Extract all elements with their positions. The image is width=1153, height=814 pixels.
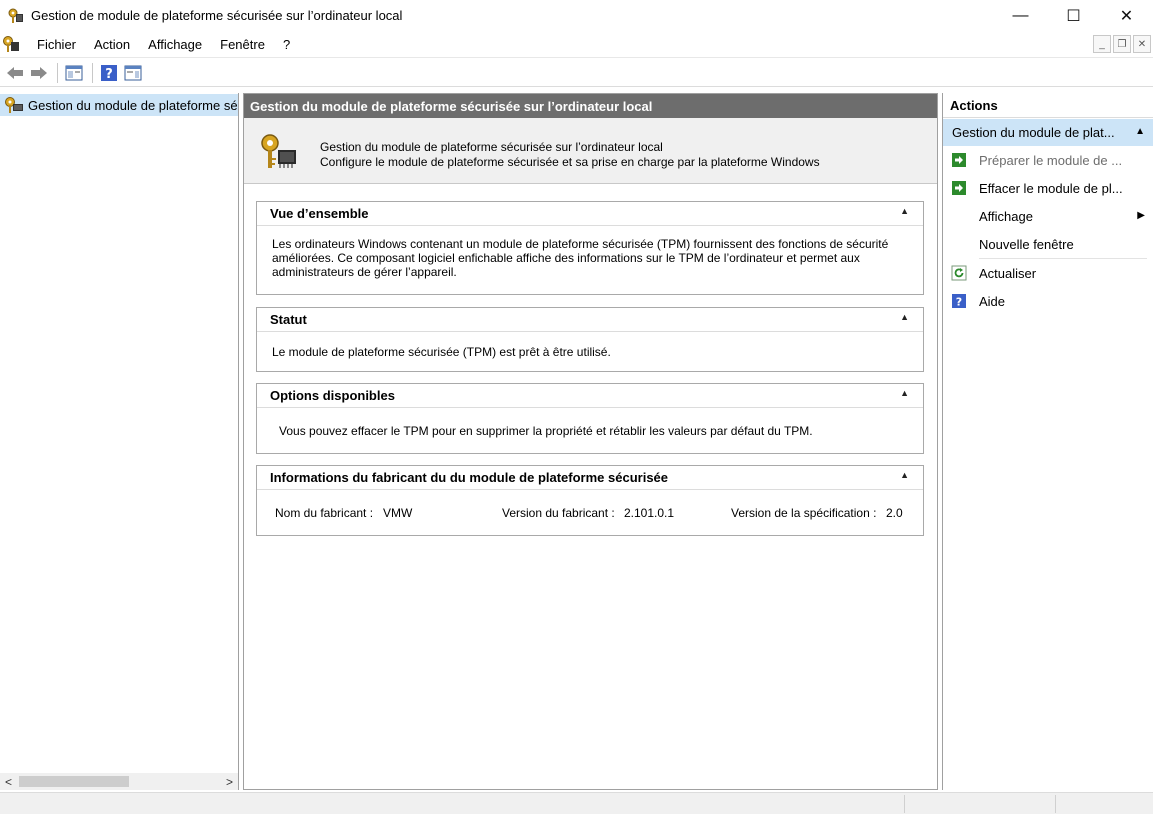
manufacturer-name-label: Nom du fabricant :: [275, 506, 374, 520]
close-button[interactable]: ✕: [1100, 0, 1153, 31]
scroll-thumb[interactable]: [19, 776, 129, 787]
actions-group-tpm[interactable]: Gestion du module de plat... ▲: [943, 119, 1153, 146]
intro-banner: Gestion du module de plateforme sécurisé…: [244, 118, 937, 184]
svg-text:?: ?: [105, 67, 113, 82]
action-label: Nouvelle fenêtre: [979, 236, 1074, 252]
manufacturer-name-value: VMW: [383, 506, 413, 520]
overview-section-header[interactable]: Vue d’ensemble ▲: [257, 202, 923, 226]
minimize-button[interactable]: —: [994, 0, 1047, 31]
tree-item-tpm[interactable]: Gestion du module de plateforme sécurisé…: [0, 94, 238, 116]
status-title: Statut: [270, 312, 307, 327]
action-label: Aide: [979, 293, 1006, 309]
show-hide-console-tree-icon[interactable]: [63, 62, 85, 84]
manufacturer-title: Informations du fabricant du du module d…: [270, 470, 669, 485]
scroll-left-icon[interactable]: <: [0, 773, 17, 790]
action-label: Actualiser: [979, 265, 1037, 281]
menu-affichage[interactable]: Affichage: [139, 37, 211, 52]
status-section: Statut ▲ Le module de plateforme sécuris…: [256, 307, 924, 372]
status-section-header[interactable]: Statut ▲: [257, 308, 923, 332]
menu-action[interactable]: Action: [85, 37, 139, 52]
menu-fenetre[interactable]: Fenêtre: [211, 37, 274, 52]
spec-version-label: Version de la spécification :: [731, 506, 877, 520]
result-pane-header: Gestion du module de plateforme sécurisé…: [244, 94, 937, 118]
manufacturer-info: Nom du fabricant : VMW Version du fabric…: [257, 490, 923, 534]
menu-bar: Fichier Action Affichage Fenêtre ? _ ❐ ✕: [0, 31, 1153, 58]
refresh-icon: [951, 265, 967, 281]
back-arrow-icon[interactable]: [4, 62, 26, 84]
actions-group-label: Gestion du module de plat...: [952, 125, 1115, 140]
spec-version-value: 2.0: [886, 506, 903, 520]
green-arrow-icon: [951, 180, 967, 196]
menu-fichier[interactable]: Fichier: [28, 37, 85, 52]
toolbar-separator: [57, 62, 58, 83]
horizontal-scrollbar[interactable]: < >: [0, 773, 238, 790]
forward-arrow-icon[interactable]: [28, 62, 50, 84]
toolbar-separator: [92, 62, 93, 83]
tpm-key-chip-icon: [4, 96, 24, 114]
mdi-close-button[interactable]: ✕: [1133, 35, 1151, 53]
show-hide-action-pane-icon[interactable]: [122, 62, 144, 84]
console-tree: Gestion du module de plateforme sécurisé…: [0, 93, 239, 790]
manufacturer-version-value: 2.101.0.1: [624, 506, 675, 520]
action-new-window[interactable]: Nouvelle fenêtre: [943, 230, 1153, 258]
green-arrow-icon: [951, 152, 967, 168]
options-section-header[interactable]: Options disponibles ▲: [257, 384, 923, 408]
status-bar: [0, 792, 1153, 814]
overview-section: Vue d’ensemble ▲ Les ordinateurs Windows…: [256, 201, 924, 295]
svg-text:?: ?: [956, 296, 962, 309]
title-bar: Gestion de module de plateforme sécurisé…: [0, 0, 1153, 31]
tpm-large-icon: [258, 132, 298, 172]
options-text: Vous pouvez effacer le TPM pour en suppr…: [279, 424, 813, 438]
action-label: Préparer le module de ...: [979, 152, 1123, 168]
result-pane: Gestion du module de plateforme sécurisé…: [243, 93, 938, 790]
toolbar: ?: [0, 59, 1153, 87]
manufacturer-section: Informations du fabricant du du module d…: [256, 465, 924, 536]
actions-title: Actions: [943, 93, 1153, 118]
submenu-arrow-icon: ▶: [1137, 210, 1145, 221]
collapse-icon[interactable]: ▲: [1135, 126, 1145, 137]
status-bar-divider: [904, 795, 905, 813]
overview-text: Les ordinateurs Windows contenant un mod…: [272, 237, 889, 279]
scroll-track[interactable]: [17, 773, 221, 790]
action-label: Effacer le module de pl...: [979, 180, 1123, 196]
scroll-right-icon[interactable]: >: [221, 773, 238, 790]
manufacturer-version-label: Version du fabricant :: [502, 506, 615, 520]
options-title: Options disponibles: [270, 388, 395, 403]
collapse-icon[interactable]: ▲: [900, 470, 909, 480]
manufacturer-section-header[interactable]: Informations du fabricant du du module d…: [257, 466, 923, 490]
mdi-restore-button[interactable]: ❐: [1113, 35, 1131, 53]
actions-pane: Actions Gestion du module de plat... ▲ P…: [942, 93, 1153, 790]
action-refresh[interactable]: Actualiser: [943, 259, 1153, 287]
intro-description: Configure le module de plateforme sécuri…: [320, 155, 820, 169]
window-title: Gestion de module de plateforme sécurisé…: [31, 8, 403, 23]
collapse-icon[interactable]: ▲: [900, 206, 909, 216]
status-text: Le module de plateforme sécurisée (TPM) …: [272, 345, 611, 359]
action-label: Affichage: [979, 208, 1033, 224]
status-bar-divider: [1055, 795, 1056, 813]
collapse-icon[interactable]: ▲: [900, 312, 909, 322]
collapse-icon[interactable]: ▲: [900, 388, 909, 398]
action-prepare-tpm[interactable]: Préparer le module de ...: [943, 146, 1153, 174]
help-icon: ?: [951, 293, 967, 309]
menu-help[interactable]: ?: [274, 37, 299, 52]
tpm-menu-icon[interactable]: [2, 35, 20, 53]
help-icon[interactable]: ?: [98, 62, 120, 84]
action-view[interactable]: Affichage ▶: [943, 202, 1153, 230]
action-help[interactable]: ? Aide: [943, 287, 1153, 315]
tpm-app-icon: [8, 8, 24, 24]
tree-item-label: Gestion du module de plateforme sécurisé…: [28, 97, 238, 113]
mdi-minimize-button[interactable]: _: [1093, 35, 1111, 53]
overview-title: Vue d’ensemble: [270, 206, 369, 221]
maximize-button[interactable]: ☐: [1047, 0, 1100, 31]
action-clear-tpm[interactable]: Effacer le module de pl...: [943, 174, 1153, 202]
options-section: Options disponibles ▲ Vous pouvez efface…: [256, 383, 924, 454]
intro-title: Gestion du module de plateforme sécurisé…: [320, 140, 663, 154]
